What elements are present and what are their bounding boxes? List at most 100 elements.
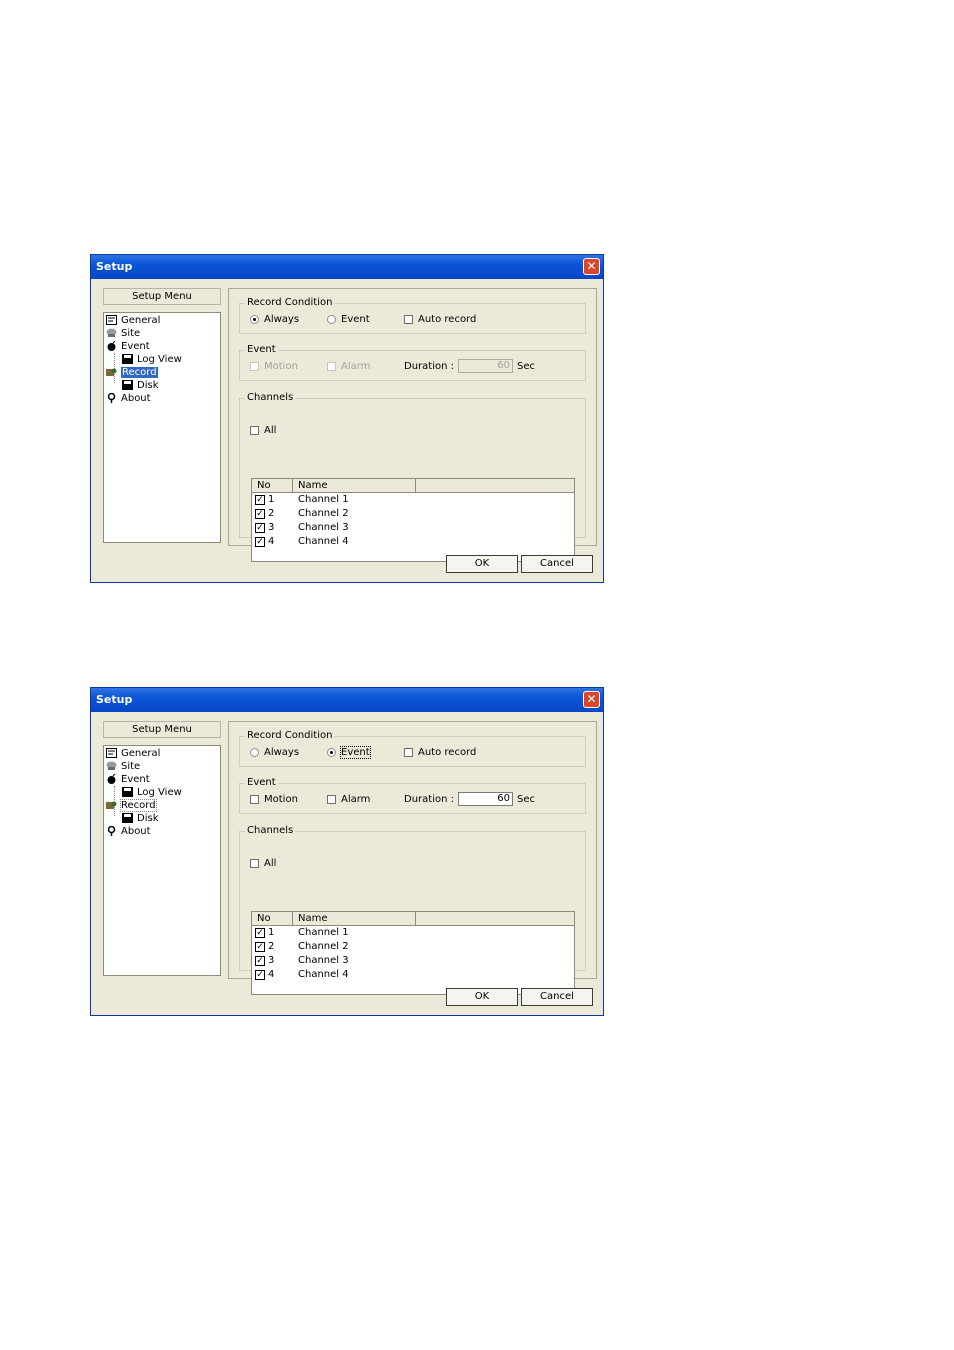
row-checkbox-icon[interactable]: ✓ [255,537,265,547]
tree-item-site[interactable]: Site [106,760,140,773]
column-header-no[interactable]: No [252,479,293,492]
channel-no: 2 [268,941,275,952]
tree-item-disk[interactable]: Disk [122,812,158,825]
channel-row[interactable]: ✓ 4 Channel 4 [255,535,349,549]
channel-row[interactable]: ✓ 1 Channel 1 [255,926,349,940]
checkbox-label: All [264,858,277,869]
event-icon [107,341,116,351]
checkbox-all[interactable]: All [250,858,276,869]
channel-row[interactable]: ✓ 2 Channel 2 [255,507,349,521]
channel-row[interactable]: ✓ 2 Channel 2 [255,940,349,954]
record-condition-label: Record Condition [245,297,335,308]
tree-item-log-view[interactable]: Log View [122,353,182,366]
tree-item-label: Site [121,328,141,339]
duration-input[interactable]: 60 [457,359,513,373]
duration-label: Duration : [404,794,454,805]
row-checkbox-icon[interactable]: ✓ [255,956,265,966]
checkbox-label: All [264,425,277,436]
duration-control: Duration :60 Sec [404,792,535,806]
checkbox-icon [250,425,259,435]
channel-row[interactable]: ✓ 3 Channel 3 [255,521,349,535]
radio-event[interactable]: Event [327,746,371,759]
title-bar[interactable]: Setup ✕ [91,688,603,712]
radio-button-icon [250,314,259,324]
tree-item-record[interactable]: Record [106,366,158,379]
about-icon [107,826,116,836]
setup-menu-header: Setup Menu [103,288,221,305]
checkbox-motion[interactable]: Motion [250,794,298,805]
checkbox-auto-record[interactable]: Auto record [404,314,476,325]
checkbox-icon [327,794,336,804]
radio-event[interactable]: Event [327,314,370,325]
checkbox-auto-record[interactable]: Auto record [404,747,476,758]
tree-item-about[interactable]: About [106,392,151,405]
checkbox-label: Motion [264,361,298,372]
row-checkbox-icon[interactable]: ✓ [255,523,265,533]
checkbox-motion[interactable]: Motion [250,361,298,372]
site-icon [106,328,117,337]
record-condition-group: Record Condition Always Event Auto recor… [239,730,586,767]
column-header-no[interactable]: No [252,912,293,925]
column-header-name[interactable]: Name [293,912,416,925]
radio-always[interactable]: Always [250,314,299,325]
general-icon [106,315,117,325]
general-icon [106,748,117,758]
title-bar[interactable]: Setup ✕ [91,255,603,279]
tree-item-label: Record [120,799,157,812]
disk-icon [122,380,133,390]
channel-row[interactable]: ✓ 4 Channel 4 [255,968,349,982]
checkbox-alarm[interactable]: Alarm [327,794,370,805]
channel-row[interactable]: ✓ 3 Channel 3 [255,954,349,968]
disk-icon [122,813,133,823]
site-icon [106,761,117,770]
dialog-title: Setup [96,260,133,273]
tree-item-label: General [121,748,161,759]
tree-item-label: General [121,315,161,326]
channel-no: 1 [268,927,275,938]
tree-item-log-view[interactable]: Log View [122,786,182,799]
cancel-button[interactable]: Cancel [521,555,593,573]
close-icon[interactable]: ✕ [583,258,600,275]
radio-label: Event [340,746,371,759]
checkbox-label: Auto record [418,314,477,325]
setup-menu-tree: General Site Event Log View Record Disk … [103,745,221,976]
tree-item-site[interactable]: Site [106,327,140,340]
checkbox-alarm[interactable]: Alarm [327,361,370,372]
checkbox-all[interactable]: All [250,425,276,436]
tree-item-disk[interactable]: Disk [122,379,158,392]
close-icon[interactable]: ✕ [583,691,600,708]
row-checkbox-icon[interactable]: ✓ [255,970,265,980]
row-checkbox-icon[interactable]: ✓ [255,928,265,938]
channel-no: 3 [268,955,275,966]
duration-input[interactable]: 60 [457,792,513,806]
channel-row[interactable]: ✓ 1 Channel 1 [255,493,349,507]
list-header: No Name [252,479,574,493]
duration-unit: Sec [516,361,535,372]
tree-item-event[interactable]: Event [106,340,150,353]
disk-icon [122,787,133,797]
settings-panel: Record Condition Always Event Auto recor… [228,721,597,995]
ok-button[interactable]: OK [446,988,518,1006]
tree-item-general[interactable]: General [106,747,160,760]
tree-item-record[interactable]: Record [106,799,157,812]
tree-item-about[interactable]: About [106,825,151,838]
radio-always[interactable]: Always [250,747,299,758]
row-checkbox-icon[interactable]: ✓ [255,509,265,519]
tree-item-event[interactable]: Event [106,773,150,786]
row-checkbox-icon[interactable]: ✓ [255,942,265,952]
record-condition-label: Record Condition [245,730,335,741]
ok-button[interactable]: OK [446,555,518,573]
radio-label: Event [341,314,370,325]
channel-name: Channel 3 [298,955,349,966]
event-icon [107,774,116,784]
checkbox-icon [404,314,413,324]
tree-item-general[interactable]: General [106,314,160,327]
channel-list: No Name ✓ 1 Channel 1 ✓ 2 Channel 2 ✓ 3 Channe… [251,478,575,562]
cancel-button[interactable]: Cancel [521,988,593,1006]
row-checkbox-icon[interactable]: ✓ [255,495,265,505]
radio-button-icon [250,747,259,757]
column-header-name[interactable]: Name [293,479,416,492]
event-group: Event Motion Alarm Duration :60 Sec [239,777,586,814]
duration-control: Duration :60 Sec [404,359,535,373]
channel-name: Channel 1 [298,494,349,505]
